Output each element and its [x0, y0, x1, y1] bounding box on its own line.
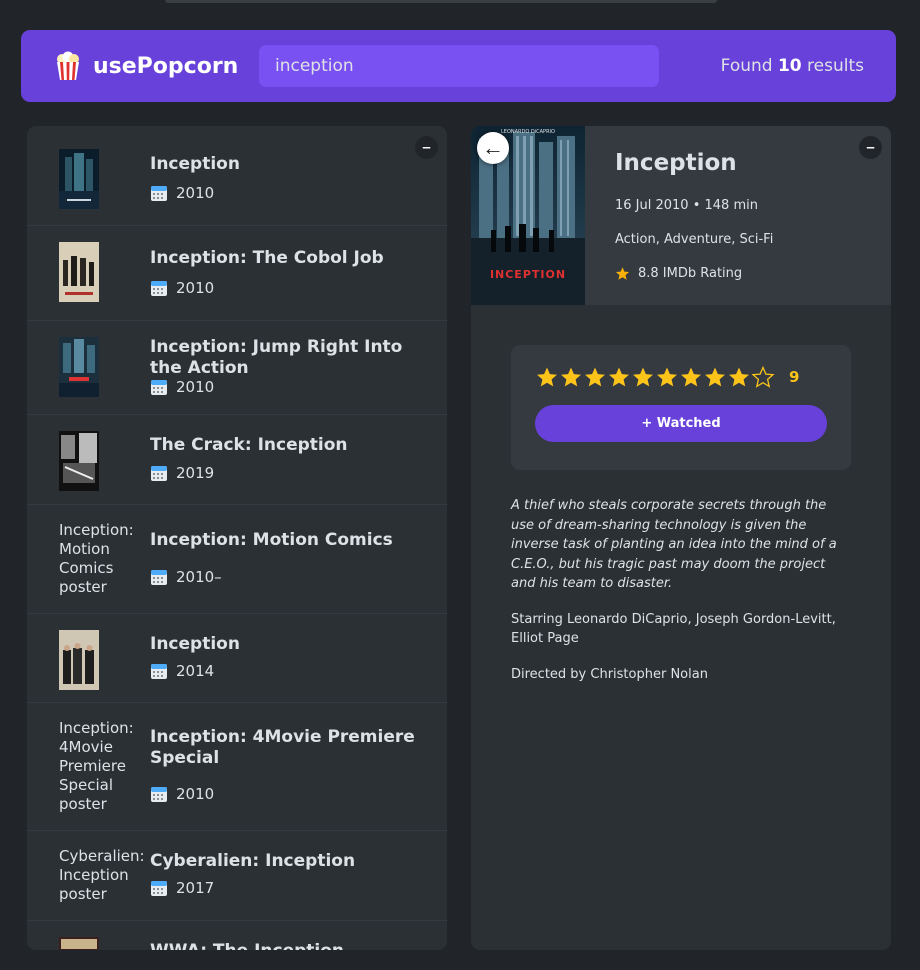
star-filled-icon[interactable] [583, 365, 607, 389]
rating-box: 9 + Watched [511, 345, 851, 470]
movie-year-text: 2010 [176, 279, 215, 297]
movie-poster-alt-text: Inception: 4Movie Premiere Special poste… [59, 719, 134, 813]
back-button[interactable]: ← [477, 132, 509, 164]
calendar-icon [151, 787, 167, 802]
movie-title: WWA: The Inception [150, 941, 344, 950]
star-filled-icon[interactable] [727, 365, 751, 389]
details-release-runtime: 16 Jul 2010 • 148 min [615, 198, 758, 213]
movie-year-text: 2010 [176, 184, 215, 202]
movie-year: 2014 [150, 662, 214, 680]
star-empty-icon[interactable] [751, 365, 775, 389]
details-overview: Inception 16 Jul 2010 • 148 min Action, … [585, 126, 773, 305]
list-item[interactable]: The Crack: Inception 2019 [27, 415, 447, 505]
list-item[interactable]: Inception 2010 [27, 126, 447, 226]
movie-title: Inception: Jump Right Into the Action [150, 337, 403, 378]
logo: usePopcorn [53, 51, 259, 81]
movie-poster [59, 431, 99, 491]
rating-value: 9 [789, 368, 800, 386]
stars-row [535, 365, 775, 389]
movie-title: The Crack: Inception [150, 435, 348, 455]
movie-title: Inception [150, 154, 240, 174]
movie-poster [59, 337, 99, 397]
movie-year: 2017 [150, 879, 214, 897]
results-prefix: Found [720, 56, 778, 76]
movie-poster-alt-text: Cyberalien: Inception poster [59, 847, 145, 903]
popcorn-icon [57, 51, 79, 80]
details-genre: Action, Adventure, Sci-Fi [615, 232, 774, 247]
movie-year: 2019 [150, 464, 214, 482]
results-suffix: results [801, 56, 864, 76]
movie-title: Inception: Motion Comics [150, 530, 393, 550]
list-item[interactable]: Inception: Jump Right Into the Action 20… [27, 321, 447, 415]
calendar-icon [151, 380, 167, 395]
results-number: 10 [777, 56, 802, 76]
movie-year: 2010– [150, 568, 222, 586]
list-item[interactable]: Inception: The Cobol Job 2010 [27, 226, 447, 321]
movie-year-text: 2010– [176, 568, 222, 586]
star-filled-icon[interactable] [679, 365, 703, 389]
star-filled-icon[interactable] [607, 365, 631, 389]
movie-list-box: – Inception 2010 Inception: The Cobol Jo… [27, 126, 447, 950]
movie-details-box: – LEONARDO DiCAPRIO INCEPTION ← Inceptio… [471, 126, 891, 950]
list-item[interactable]: WWA: The Inception [27, 921, 447, 950]
star-rating: 9 [535, 365, 827, 389]
star-filled-icon[interactable] [559, 365, 583, 389]
browser-top-strip [165, 0, 717, 3]
movie-year-text: 2017 [176, 879, 215, 897]
movie-year: 2010 [150, 279, 214, 297]
details-imdb-rating: 8.8 IMDb Rating [615, 266, 773, 281]
movie-title: Inception [150, 634, 240, 654]
calendar-icon [151, 570, 167, 585]
calendar-icon [151, 664, 167, 679]
poster-title: INCEPTION [490, 268, 566, 281]
movie-title: Inception: 4Movie Premiere Special [150, 727, 415, 768]
details-starring: Starring Leonardo DiCaprio, Joseph Gordo… [511, 611, 836, 647]
details-header: LEONARDO DiCAPRIO INCEPTION ← Inception … [471, 126, 891, 305]
results-count: Found 10 results [721, 56, 864, 76]
collapse-details-button[interactable]: – [859, 136, 882, 159]
calendar-icon [151, 186, 167, 201]
details-section: A thief who steals corporate secrets thr… [511, 496, 851, 700]
movie-list: Inception 2010 Inception: The Cobol Job … [27, 126, 447, 950]
star-filled-icon[interactable] [535, 365, 559, 389]
calendar-icon [151, 466, 167, 481]
movie-title: Cyberalien: Inception [150, 851, 356, 871]
movie-year-text: 2010 [176, 378, 215, 396]
movie-title: Inception: The Cobol Job [150, 248, 384, 268]
poster-top-text: LEONARDO DiCAPRIO [501, 129, 555, 135]
logo-text: usePopcorn [93, 53, 239, 79]
movie-poster-alt-text: Inception: Motion Comics poster [59, 521, 134, 596]
calendar-icon [151, 881, 167, 896]
movie-poster [59, 630, 99, 690]
details-plot: A thief who steals corporate secrets thr… [511, 498, 837, 591]
imdb-rating-text: 8.8 IMDb Rating [638, 266, 743, 281]
movie-year: 2010 [150, 785, 214, 803]
details-title: Inception [615, 150, 737, 176]
star-filled-icon[interactable] [655, 365, 679, 389]
list-item[interactable]: Inception: 4Movie Premiere Special poste… [27, 703, 447, 831]
search-input[interactable] [259, 45, 659, 87]
list-item[interactable]: Inception: Motion Comics poster Inceptio… [27, 505, 447, 614]
add-to-watched-button[interactable]: + Watched [535, 405, 827, 442]
star-icon [615, 267, 630, 280]
calendar-icon [151, 281, 167, 296]
movie-poster [59, 937, 99, 950]
navbar: usePopcorn Found 10 results [21, 30, 896, 102]
movie-poster [59, 149, 99, 209]
movie-year-text: 2019 [176, 464, 215, 482]
list-item[interactable]: Cyberalien: Inception poster Cyberalien:… [27, 831, 447, 921]
collapse-list-button[interactable]: – [415, 136, 438, 159]
list-item[interactable]: Inception 2014 [27, 614, 447, 703]
movie-year-text: 2014 [176, 662, 215, 680]
details-director: Directed by Christopher Nolan [511, 666, 708, 682]
movie-year: 2010 [150, 184, 214, 202]
movie-year: 2010 [150, 378, 214, 396]
movie-year-text: 2010 [176, 785, 215, 803]
movie-poster [59, 242, 99, 302]
star-filled-icon[interactable] [703, 365, 727, 389]
star-filled-icon[interactable] [631, 365, 655, 389]
